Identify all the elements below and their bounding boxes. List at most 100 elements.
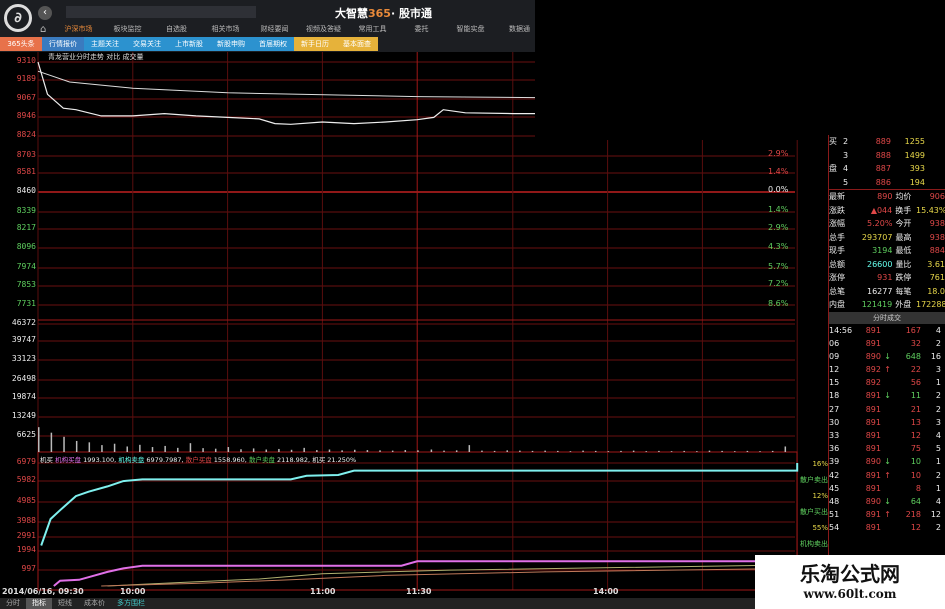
menu-item[interactable]: 财经要闻 [250,22,299,36]
volume-bar [771,450,774,452]
watermark-url: www.60lt.com [803,587,897,601]
time-label: 11:00 [310,587,336,596]
time-label: 2014/06/16, 09:30 [2,587,84,596]
search-input[interactable] [66,6,256,18]
stat-l1: 内盘 [829,300,845,309]
tick-row[interactable]: 30 891 13 3 [829,416,945,429]
bottom-tabs: 分时 指标 短线 成本价 多方围栏 [0,598,800,609]
menu-item[interactable]: 自选股 [152,22,201,36]
legend-label: 机构卖盘 [118,456,145,464]
menu-item[interactable]: 板块监控 [103,22,152,36]
volume-bar [227,447,230,452]
stat-v1: 3194 [872,246,893,255]
back-icon[interactable]: ‹ [38,6,52,20]
stat-l1: 涨幅 [829,219,845,228]
side-pct: 12% [812,492,828,500]
tick-row[interactable]: 39 890 ↓ 10 1 [829,455,945,468]
tick-d [881,521,891,534]
volume-bar [708,450,711,452]
tick-row[interactable]: 54 891 12 2 [829,521,945,534]
tick-d [881,376,891,389]
watermark: 乐淘公式网 www.60lt.com [755,555,945,609]
submenu-item[interactable]: 365头条 [0,37,42,51]
tick-row[interactable]: 33 891 12 4 [829,429,945,442]
order-book-side [829,149,843,163]
submenu-item[interactable]: 主题关注 [84,37,126,51]
volume-bar [240,449,242,452]
tick-row[interactable]: 42 891 ↑ 10 2 [829,469,945,482]
volume-bars [38,427,787,452]
blank-region [535,0,945,140]
tick-p: 891 [865,523,881,533]
top-toolbar: ∂ ‹ 大智慧365· 股市通 ⌂ 沪深市场 板块监控 自选股 相关市场 财经要… [0,0,535,52]
menu-item[interactable]: 数据通 [495,22,544,36]
stat-l2: 量比 [895,259,912,269]
tick-v: 12 [910,431,921,440]
volume-bar [278,448,280,452]
menu-item[interactable]: 委托 [397,22,446,36]
price-label: 8581 [16,167,36,176]
tick-row[interactable]: 51 891 ↑ 218 12 [829,508,945,521]
submenu-item[interactable]: 首届期权 [252,37,294,51]
side-label: 机构卖出 [800,540,828,548]
volume-bar [557,450,559,452]
order-book-lv: 5 [843,177,849,187]
tick-row[interactable]: 36 891 75 5 [829,442,945,455]
price-label: 8703 [16,150,36,159]
tick-row[interactable]: 15 892 56 1 [829,376,945,389]
submenu-item[interactable]: 上市新股 [168,37,210,51]
order-book-lv: 2 [843,137,849,146]
percent-label: 0.0% [768,185,789,194]
tab-fenshi[interactable]: 分时 [0,598,26,609]
tick-p: 891 [865,325,881,335]
percent-label: 1.4% [768,167,789,176]
tab-indicator[interactable]: 指标 [26,598,52,609]
volume-bar [746,450,749,452]
order-book-price: 889 [875,137,891,146]
tick-row[interactable]: 06 891 32 2 [829,337,945,350]
menu-item[interactable]: 相关市场 [201,22,250,36]
tick-header[interactable]: 分时成交 [829,311,945,324]
tab-short[interactable]: 短线 [52,598,78,609]
stat-row: 涨幅 5.20% 今开 938 [829,217,945,231]
brand-365: 365 [368,7,391,20]
menu-item[interactable]: 视频及答疑 [299,22,348,36]
tick-p: 891 [865,391,881,401]
volume-bar [139,444,141,452]
stat-l2: 换手 [895,205,912,215]
stat-l2: 最低 [895,246,912,255]
submenu-item[interactable]: 交易关注 [126,37,168,51]
tick-row[interactable]: 09 890 ↓ 648 16 [829,350,945,363]
app-logo-icon[interactable]: ∂ [4,4,32,32]
tick-row[interactable]: 45 891 8 1 [829,482,945,495]
menu-item[interactable]: 常用工具 [348,22,397,36]
volume-bar [316,450,318,452]
submenu-item[interactable]: 行情报价 [42,37,84,51]
submenu-item[interactable]: 新手日历 [294,37,336,51]
tick-n: 2 [935,470,941,480]
home-icon[interactable]: ⌂ [40,24,46,35]
legend-value: 21.250% [327,456,357,464]
tick-row[interactable]: 27 891 21 2 [829,403,945,416]
tick-row[interactable]: 18 891 ↓ 11 2 [829,389,945,402]
quote-panel: 买 2 889 1255 3 888 1499 盘 4 887 393 5 886 194 最新 890 均价… [828,135,945,560]
indicator-legend: 机买 机构买盘 1993.100, 机构卖盘 6979.7987, 散户买盘 1… [40,454,356,464]
tick-list[interactable]: 14:56 891 167 4 06 891 32 2 09 890 ↓ 648 16 12 892 ↑ 22 3… [829,324,945,535]
volume-bar [189,443,192,452]
menu-item[interactable]: 智能实盘 [446,22,495,36]
price-label: 8339 [16,206,36,215]
tick-row[interactable]: 14:56 891 167 4 [829,324,945,337]
submenu-item[interactable]: 基本面查 [336,37,378,51]
tick-row[interactable]: 48 890 ↓ 64 4 [829,495,945,508]
stat-l1: 涨停 [829,273,845,282]
menu-item[interactable]: 沪深市场 [54,22,103,36]
order-book-row: 3 888 1499 [829,149,945,163]
tick-row[interactable]: 12 892 ↑ 22 3 [829,363,945,376]
tick-v: 22 [910,365,921,375]
submenu-item[interactable]: 新股申购 [210,37,252,51]
order-book-vol: 194 [909,177,925,187]
tab-fence[interactable]: 多方围栏 [111,598,151,609]
tab-cost[interactable]: 成本价 [78,598,111,609]
volume-bar [468,445,471,452]
price-label: 7974 [16,262,36,271]
